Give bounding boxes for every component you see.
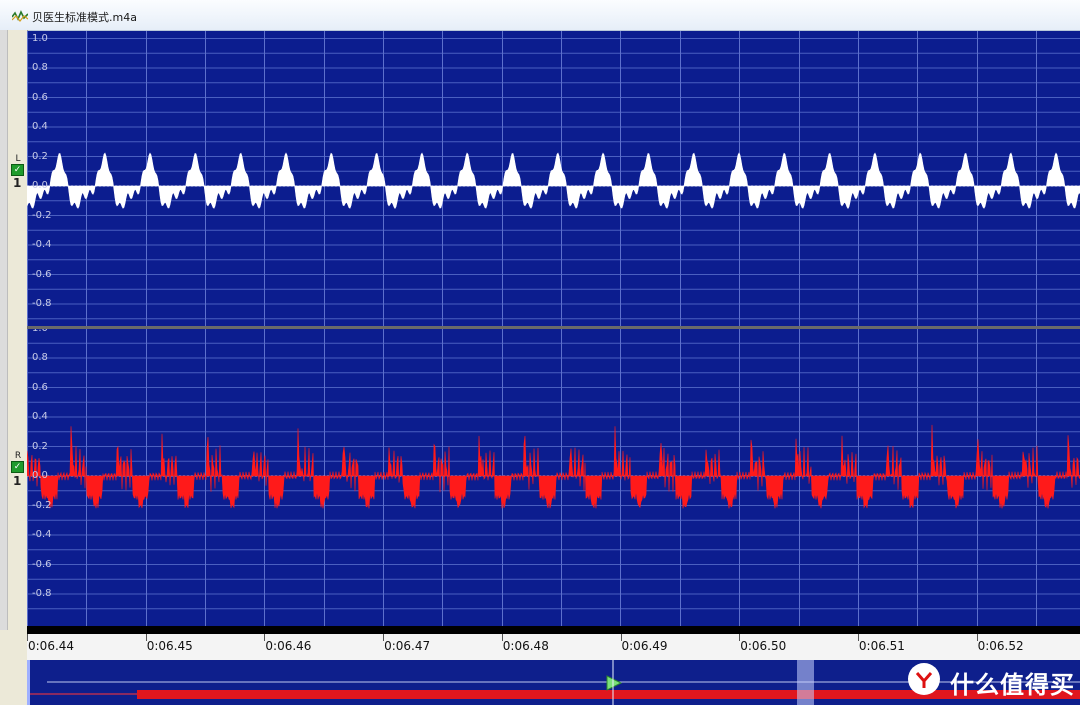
time-tick-label: 0:06.49 bbox=[621, 639, 668, 653]
y-axis-tick-label: -0.6 bbox=[32, 558, 52, 570]
watermark-icon bbox=[908, 663, 940, 695]
playhead-marker-icon[interactable] bbox=[606, 675, 623, 691]
time-tick-label: 0:06.46 bbox=[265, 639, 312, 653]
y-axis-tick-label: -0.8 bbox=[32, 298, 52, 309]
vertical-scrollbar[interactable] bbox=[0, 30, 8, 630]
channel-label-left: L bbox=[15, 154, 21, 164]
overview-view-window[interactable] bbox=[797, 660, 814, 705]
y-axis-tick-label: 0.6 bbox=[32, 91, 48, 103]
channel-left-checkbox[interactable]: ✓ bbox=[11, 164, 24, 176]
y-axis-tick-label: 0.4 bbox=[32, 411, 48, 422]
waveform-right bbox=[27, 329, 1080, 626]
waveform-series-l bbox=[27, 152, 1080, 209]
time-tick-label: 0:06.50 bbox=[740, 639, 787, 653]
time-tick-label: 0:06.48 bbox=[502, 639, 549, 653]
overview-wave-start bbox=[27, 693, 137, 695]
waveform-series-r bbox=[27, 424, 1080, 509]
overview-start-marker bbox=[27, 660, 30, 705]
watermark-text: 什么值得买 bbox=[950, 671, 1075, 699]
time-ruler[interactable]: 0:06.44 0:06.45 0:06.46 0:06.47 0:06.48 0:06.… bbox=[27, 626, 1080, 660]
y-axis-tick-label: 1.0 bbox=[32, 329, 48, 334]
watermark-logo: 什么值得买 bbox=[908, 663, 1076, 699]
channel-left-track-number: 1 bbox=[13, 176, 22, 190]
channel-label-right: R bbox=[14, 451, 22, 461]
y-axis-tick-label: 1.0 bbox=[32, 32, 48, 44]
y-axis-tick-label: 0.8 bbox=[32, 352, 48, 363]
y-axis-tick-label: -0.4 bbox=[32, 529, 52, 540]
time-ruler-bar bbox=[27, 626, 1080, 634]
y-axis-tick-label: 0.0 bbox=[32, 180, 48, 191]
y-axis-tick-label: 0.8 bbox=[32, 62, 48, 73]
audio-file-icon bbox=[12, 10, 28, 22]
y-axis-tick-label: 0.2 bbox=[32, 440, 48, 452]
y-axis-tick-label: -0.4 bbox=[32, 239, 52, 250]
time-tick-label: 0:06.45 bbox=[146, 639, 193, 653]
y-axis-tick-label: 0.0 bbox=[32, 470, 48, 481]
y-axis-tick-label: -0.8 bbox=[32, 588, 52, 599]
waveform-panel-left[interactable]: 1.0 0.8 0.6 0.4 0.2 0.0 -0.2 -0.4 -0.6 -0.8 bbox=[27, 31, 1080, 326]
channel-right-track-number: 1 bbox=[13, 474, 22, 488]
waveform-left bbox=[27, 31, 1080, 326]
y-axis-tick-label: -0.6 bbox=[32, 268, 52, 280]
y-axis-tick-label: -0.2 bbox=[32, 499, 52, 511]
time-tick-label: 0:06.47 bbox=[384, 639, 431, 653]
time-tick-label: 0:06.52 bbox=[977, 639, 1024, 653]
time-tick-label: 0:06.44 bbox=[28, 639, 75, 653]
y-axis-tick-label: -0.2 bbox=[32, 209, 52, 221]
window-title: 贝医生标准模式.m4a bbox=[32, 11, 137, 24]
time-tick-label: 0:06.51 bbox=[858, 639, 905, 653]
channel-right-checkbox[interactable]: ✓ bbox=[11, 461, 24, 473]
y-axis-tick-label: 0.2 bbox=[32, 150, 48, 162]
y-axis-tick-label: 0.6 bbox=[32, 381, 48, 393]
waveform-panel-right[interactable]: 1.0 0.8 0.6 0.4 0.2 0.0 -0.2 -0.4 -0.6 -0.8 bbox=[27, 329, 1080, 626]
y-axis-tick-label: 0.4 bbox=[32, 121, 48, 132]
title-bar: 贝医生标准模式.m4a bbox=[0, 0, 1080, 31]
